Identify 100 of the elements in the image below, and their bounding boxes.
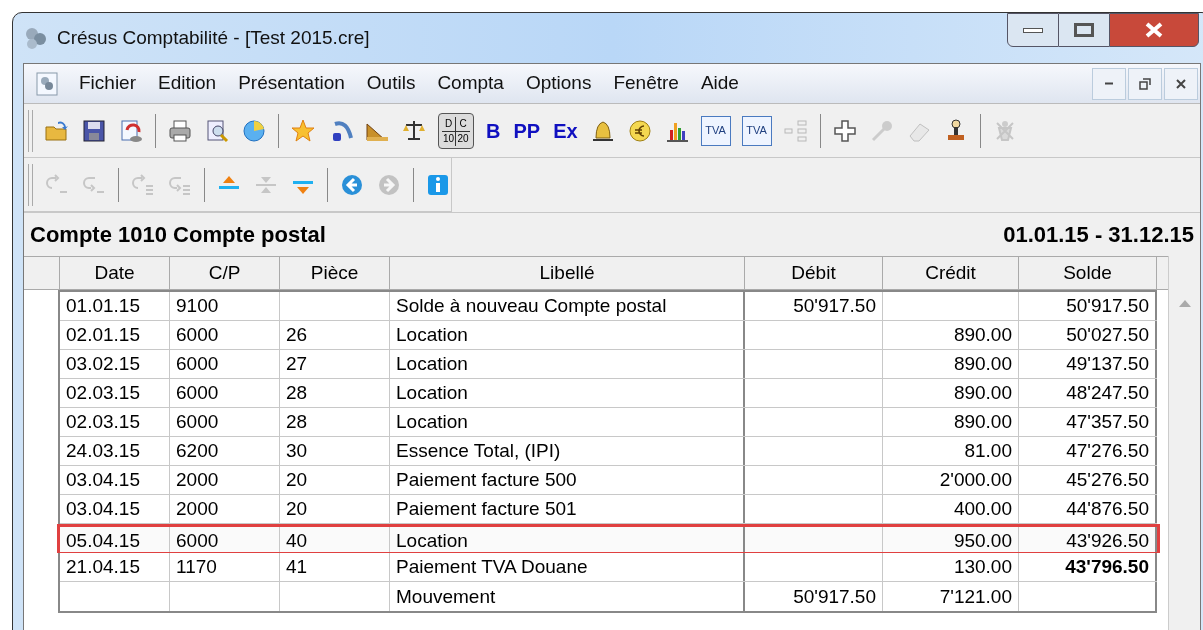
table-cell: 50'027.50	[1019, 321, 1157, 349]
save-icon[interactable]	[81, 117, 107, 144]
table-cell: 28	[280, 408, 390, 436]
table-cell: 01.01.15	[60, 292, 170, 320]
print-preview-icon[interactable]	[204, 117, 230, 144]
star-icon[interactable]	[290, 117, 316, 144]
table-cell: 950.00	[883, 527, 1019, 552]
menu-item[interactable]: Outils	[355, 69, 427, 98]
table-cell: Location	[390, 408, 745, 436]
column-header[interactable]: Débit	[745, 257, 883, 289]
close-icon	[1145, 22, 1163, 38]
toggle-label: D	[442, 116, 456, 132]
table-cell: 03.02.15	[60, 350, 170, 378]
toolbar-text-button[interactable]: B	[485, 120, 502, 141]
close-button[interactable]	[1109, 13, 1199, 47]
table-cell: 48'247.50	[1019, 379, 1157, 407]
column-header[interactable]: Solde	[1019, 257, 1157, 289]
table-row[interactable]: 24.03.15 6200 30 Essence Total, (IPI) 81.00 47'276.50	[60, 437, 1157, 466]
table-row[interactable]: 03.04.15 2000 20 Paiement facture 500 2'000.00 45'276.50	[60, 466, 1157, 495]
table-cell: 890.00	[883, 350, 1019, 378]
vat-label: TVA	[746, 125, 767, 136]
table-row[interactable]: 01.01.15 9100 Solde à nouveau Compte postal 50'917.50 50'917.50	[60, 292, 1157, 321]
plus-icon[interactable]	[831, 117, 858, 144]
column-header[interactable]: Pièce	[280, 257, 390, 289]
restore-button[interactable]	[1128, 67, 1162, 100]
table-cell: 43'796.50	[1019, 553, 1157, 581]
table-row[interactable]: 21.04.15 1170 41 Paiement TVA Douane 130.00 43'796.50	[60, 553, 1157, 582]
table-cell: Location	[390, 527, 745, 552]
vat-button[interactable]: TVA	[700, 115, 731, 146]
table-cell: Solde à nouveau Compte postal	[390, 292, 745, 320]
table-row[interactable]: 02.01.15 6000 26 Location 890.00 50'027.50	[60, 321, 1157, 350]
table-cell: 47'357.50	[1019, 408, 1157, 436]
menu-item[interactable]: Présentation	[227, 69, 356, 98]
toolbar-text-button[interactable]: Ex	[552, 120, 579, 141]
scroll-up-icon[interactable]	[1177, 298, 1192, 308]
column-header[interactable]: Date	[60, 257, 170, 289]
minimize-button[interactable]	[1007, 13, 1059, 47]
table-cell: 2000	[170, 466, 280, 494]
total-cell: 50'917.50	[745, 582, 883, 611]
toolbar-grip[interactable]	[28, 163, 33, 206]
table-cell: 6000	[170, 350, 280, 378]
table-cell: 41	[280, 553, 390, 581]
table-cell: 890.00	[883, 379, 1019, 407]
highlighted-row[interactable]: 05.04.15 6000 40 Location 950.00 43'926.50	[57, 524, 1160, 553]
toolbar-text-button[interactable]: PP	[512, 120, 542, 141]
table-cell: 03.04.15	[60, 495, 170, 523]
total-cell: Mouvement	[390, 582, 745, 611]
column-header[interactable]: Libellé	[390, 257, 745, 289]
menu-item[interactable]: Fenêtre	[602, 69, 690, 98]
table-cell: 40	[280, 527, 390, 552]
document-refresh-icon[interactable]	[118, 117, 144, 144]
table-cell: 6000	[170, 527, 280, 552]
total-cell: 7'121.00	[883, 582, 1019, 611]
table-cell: 50'917.50	[745, 292, 883, 320]
window-title: Crésus Comptabilité - [Test 2015.cre]	[57, 25, 370, 50]
restore-icon	[1138, 76, 1152, 91]
euro-coin-icon[interactable]	[626, 117, 653, 144]
printer-icon[interactable]	[167, 117, 193, 144]
table-cell: 1170	[170, 553, 280, 581]
table-cell: 02.03.15	[60, 408, 170, 436]
menu-item[interactable]: Edition	[147, 69, 228, 98]
table-cell: 27	[280, 350, 390, 378]
table-cell: 400.00	[883, 495, 1019, 523]
table-cell: 130.00	[883, 553, 1019, 581]
table-row[interactable]: 02.03.15 6000 28 Location 890.00 47'357.50	[60, 408, 1157, 437]
pie-chart-icon[interactable]	[241, 117, 267, 144]
column-header[interactable]: C/P	[170, 257, 280, 289]
toggle-label: C	[456, 116, 470, 132]
menu-item[interactable]: Compta	[426, 69, 515, 98]
vat-label: TVA	[705, 125, 726, 136]
table-cell: 49'137.50	[1019, 350, 1157, 378]
document-icon[interactable]	[36, 71, 58, 96]
table-cell: 30	[280, 437, 390, 465]
menu-item[interactable]: Options	[514, 69, 603, 98]
toolbar-grip[interactable]	[28, 109, 33, 152]
account-title: Compte 1010 Compte postal	[30, 221, 326, 249]
table-cell: 20	[280, 495, 390, 523]
vat-button[interactable]: TVA	[741, 115, 772, 146]
table-cell: 6000	[170, 379, 280, 407]
table-cell: 03.04.15	[60, 466, 170, 494]
table-cell: 43'926.50	[1019, 527, 1157, 552]
toggle-label: 10	[442, 131, 456, 146]
table-cell: 28	[280, 379, 390, 407]
table-cell: 24.03.15	[60, 437, 170, 465]
table-cell: 890.00	[883, 408, 1019, 436]
debit-credit-toggle[interactable]: D C 10 20	[438, 112, 474, 149]
table-cell: 02.03.15	[60, 379, 170, 407]
table-cell: 6000	[170, 408, 280, 436]
table-cell: 05.04.15	[60, 527, 170, 552]
minimize-icon	[1102, 82, 1116, 85]
table-cell: Location	[390, 350, 745, 378]
table-row[interactable]: 03.02.15 6000 27 Location 890.00 49'137.50	[60, 350, 1157, 379]
table-row[interactable]: 02.03.15 6000 28 Location 890.00 48'247.50	[60, 379, 1157, 408]
menu-item[interactable]: Fichier	[68, 69, 147, 98]
menu-item[interactable]: Aide	[689, 69, 750, 98]
scrollbar[interactable]	[1168, 256, 1200, 630]
table-cell: 02.01.15	[60, 321, 170, 349]
table-cell: 890.00	[883, 321, 1019, 349]
maximize-button[interactable]	[1059, 13, 1109, 47]
column-header[interactable]: Crédit	[883, 257, 1019, 289]
